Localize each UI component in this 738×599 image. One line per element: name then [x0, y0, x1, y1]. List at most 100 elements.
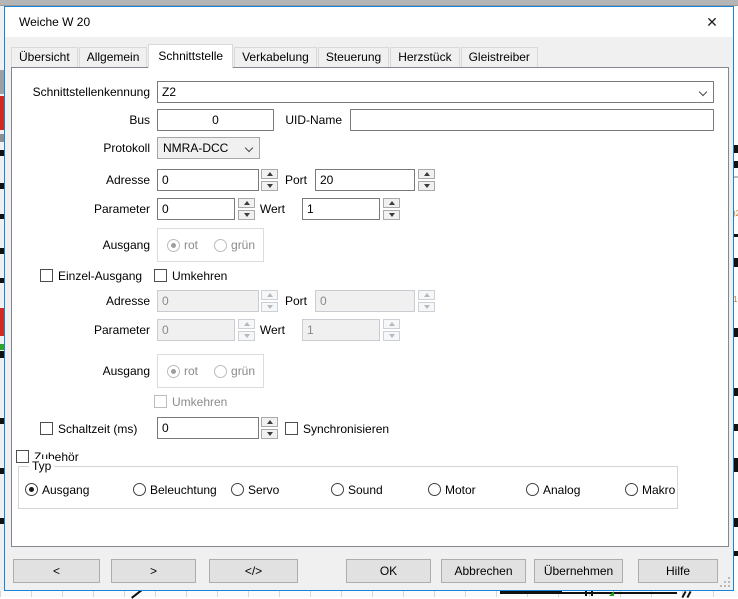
chevron-down-icon[interactable] [245, 144, 253, 152]
spin-up-button[interactable] [383, 198, 400, 208]
output1-radio-gruen: grün [214, 238, 255, 252]
tab-schnittstelle[interactable]: Schnittstelle [148, 44, 233, 68]
type-option-label: Analog [543, 483, 580, 497]
close-icon[interactable]: ✕ [697, 9, 727, 35]
value1-input[interactable] [302, 198, 380, 220]
address1-input[interactable] [157, 169, 259, 191]
spin-down-button [418, 302, 435, 312]
cancel-button[interactable]: Abbrechen [441, 559, 526, 583]
single-output-checkbox[interactable]: Einzel-Ausgang [40, 268, 142, 283]
value2-input [302, 319, 380, 341]
port1-input[interactable] [315, 169, 415, 191]
radio-icon[interactable] [331, 483, 344, 496]
type-option-label: Sound [348, 483, 383, 497]
invert1-label: Umkehren [172, 269, 227, 283]
spin-down-button[interactable] [383, 210, 400, 220]
checkbox-icon[interactable] [16, 450, 29, 463]
output1-radio-rot: rot [167, 238, 198, 252]
checkbox-icon[interactable] [154, 269, 167, 282]
spin-up-button[interactable] [418, 169, 435, 179]
uid-name-input[interactable] [350, 109, 714, 131]
type-radio-sound[interactable]: Sound [331, 482, 383, 497]
checkbox-icon[interactable] [40, 269, 53, 282]
port1-spinner [418, 169, 435, 191]
port2-spinner [418, 290, 435, 312]
protocol-label: Protokoll [12, 137, 150, 159]
radio-icon [214, 239, 227, 252]
tab-steuerung[interactable]: Steuerung [318, 47, 389, 67]
track-fragment [591, 591, 593, 596]
help-button[interactable]: Hilfe [638, 559, 718, 583]
parameter1-input[interactable] [157, 198, 235, 220]
uid-name-label: UID-Name [262, 109, 342, 131]
radio-icon[interactable] [428, 483, 441, 496]
address2-input [157, 290, 259, 312]
synchronize-label: Synchronisieren [303, 422, 389, 436]
resize-grip-icon[interactable] [720, 577, 730, 587]
track-fragment [585, 591, 587, 596]
parameter2-label: Parameter [12, 319, 150, 341]
spin-down-button[interactable] [261, 429, 278, 439]
type-option-label: Servo [248, 483, 279, 497]
spin-down-button[interactable] [418, 181, 435, 191]
output1-groupbox: rot grün [157, 228, 264, 262]
tab-herzstueck[interactable]: Herzstück [390, 47, 459, 67]
output1-gruen-label: grün [231, 238, 255, 252]
type-radio-ausgang[interactable]: Ausgang [25, 482, 89, 497]
address2-label: Adresse [12, 290, 150, 312]
radio-selected-icon [167, 239, 180, 252]
radio-selected-icon [167, 365, 180, 378]
protocol-dropdown[interactable]: NMRA-DCC [157, 137, 260, 159]
invert2-checkbox: Umkehren [154, 394, 227, 409]
port2-label: Port [262, 290, 307, 312]
prev-button[interactable]: < [13, 559, 100, 583]
window-title: Weiche W 20 [19, 7, 90, 37]
titlebar: Weiche W 20 ✕ [5, 7, 733, 37]
code-button[interactable]: </> [209, 559, 298, 583]
spin-up-button [383, 319, 400, 329]
switch-time-input[interactable] [157, 417, 259, 439]
radio-icon[interactable] [133, 483, 146, 496]
tab-verkabelung[interactable]: Verkabelung [234, 47, 317, 67]
switch-time-label: Schaltzeit (ms) [58, 422, 137, 436]
bus-input[interactable] [157, 109, 274, 131]
type-radio-analog[interactable]: Analog [526, 482, 580, 497]
interface-id-input[interactable] [158, 82, 713, 102]
tab-gleistreiber[interactable]: Gleistreiber [461, 47, 538, 67]
signal-arrow-fragment [609, 591, 614, 596]
checkbox-icon[interactable] [40, 422, 53, 435]
apply-button[interactable]: Übernehmen [534, 559, 623, 583]
checkbox-icon[interactable] [285, 422, 298, 435]
type-option-label: Makro [642, 483, 675, 497]
type-radio-beleuchtung[interactable]: Beleuchtung [133, 482, 217, 497]
value2-label: Wert [242, 319, 285, 341]
value2-spinner [383, 319, 400, 341]
type-radio-servo[interactable]: Servo [231, 482, 279, 497]
next-button[interactable]: > [111, 559, 196, 583]
dialog-weiche-w20: Weiche W 20 ✕ Übersicht Allgemein Schnit… [4, 6, 734, 591]
protocol-value: NMRA-DCC [163, 138, 228, 158]
type-radio-makro[interactable]: Makro [625, 482, 675, 497]
value1-label: Wert [242, 198, 285, 220]
tab-uebersicht[interactable]: Übersicht [11, 47, 78, 67]
spin-up-button[interactable] [261, 417, 278, 427]
bus-label: Bus [12, 109, 150, 131]
radio-icon[interactable] [526, 483, 539, 496]
radio-icon[interactable] [625, 483, 638, 496]
synchronize-checkbox[interactable]: Synchronisieren [285, 421, 389, 436]
switch-time-spinner [261, 417, 278, 439]
radio-icon [214, 365, 227, 378]
type-option-label: Ausgang [42, 483, 89, 497]
output2-label: Ausgang [12, 360, 150, 382]
interface-id-combobox[interactable] [157, 81, 714, 103]
type-option-label: Motor [445, 483, 476, 497]
ok-button[interactable]: OK [346, 559, 431, 583]
invert1-checkbox[interactable]: Umkehren [154, 268, 227, 283]
type-radio-motor[interactable]: Motor [428, 482, 476, 497]
output1-rot-label: rot [184, 238, 198, 252]
radio-selected-icon[interactable] [25, 483, 38, 496]
switch-time-checkbox[interactable]: Schaltzeit (ms) [40, 421, 137, 436]
invert2-label: Umkehren [172, 395, 227, 409]
radio-icon[interactable] [231, 483, 244, 496]
tab-allgemein[interactable]: Allgemein [79, 47, 148, 67]
